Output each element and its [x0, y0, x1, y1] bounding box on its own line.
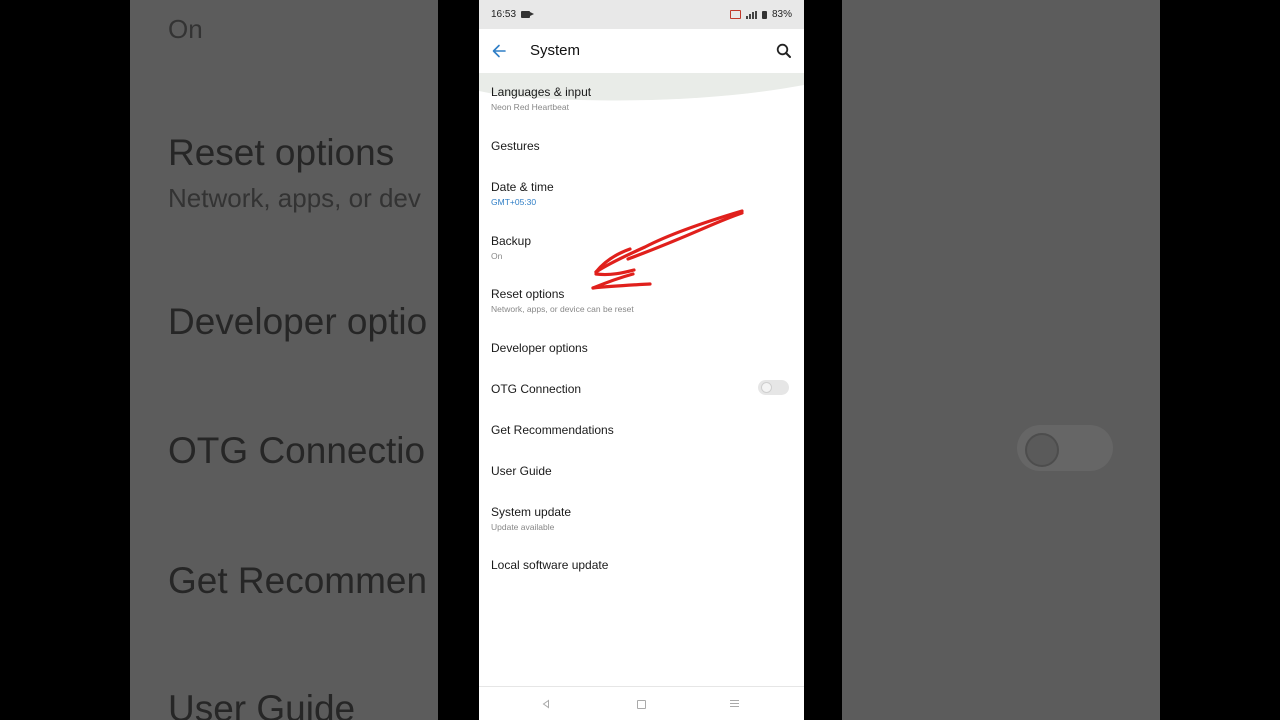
item-title: Languages & input: [491, 85, 592, 99]
item-title: Backup: [491, 234, 532, 248]
otg-toggle[interactable]: [758, 380, 789, 395]
video-camera-icon: [521, 11, 535, 18]
item-subtitle: Neon Red Heartbeat: [491, 102, 569, 112]
list-item-gestures[interactable]: Gestures: [491, 139, 791, 153]
item-subtitle: Update available: [491, 522, 555, 532]
status-left: 16:53: [491, 9, 535, 20]
item-title: Reset options: [491, 287, 565, 301]
cast-icon: [729, 10, 741, 19]
item-title: Local software update: [491, 558, 609, 572]
bg-text: User Guide: [168, 688, 356, 720]
navigation-bar: [479, 686, 804, 720]
list-item-developer-options[interactable]: Developer options: [491, 341, 791, 355]
status-bar: 16:53 83%: [479, 0, 804, 29]
list-item-local-software-update[interactable]: Local software update: [491, 558, 791, 572]
arrow-left-icon[interactable]: [489, 41, 509, 61]
item-title: Gestures: [491, 139, 540, 153]
list-item-user-guide[interactable]: User Guide: [491, 464, 791, 478]
list-item-backup[interactable]: Backup On: [491, 234, 791, 261]
bg-toggle-knob: [1025, 433, 1059, 467]
battery-percent: 83%: [771, 9, 792, 20]
item-title: OTG Connection: [491, 382, 582, 396]
bg-text: Reset options: [168, 132, 395, 173]
item-title: Date & time: [491, 180, 554, 194]
phone-screen: 16:53 83% System Languages & input Neon …: [479, 0, 804, 720]
signal-icon: [745, 10, 757, 19]
nav-menu-icon[interactable]: [730, 700, 739, 709]
list-item-languages[interactable]: Languages & input Neon Red Heartbeat: [491, 85, 791, 112]
status-time: 16:53: [491, 9, 517, 20]
bg-text: On: [168, 14, 203, 44]
item-title: User Guide: [491, 464, 552, 478]
bg-text: Network, apps, or dev: [168, 183, 421, 213]
background-blur-right: [842, 0, 1160, 720]
item-title: System update: [491, 505, 572, 519]
search-icon[interactable]: [774, 41, 794, 61]
item-subtitle: On: [491, 251, 503, 261]
item-title: Developer options: [491, 341, 588, 355]
list-item-get-recommendations[interactable]: Get Recommendations: [491, 423, 791, 437]
list-item-system-update[interactable]: System update Update available: [491, 505, 791, 532]
background-blur-left: On Reset options Network, apps, or dev D…: [130, 0, 438, 720]
status-right: 83%: [729, 9, 792, 20]
nav-back-icon[interactable]: [541, 699, 551, 709]
item-title: Get Recommendations: [491, 423, 614, 437]
app-bar: System: [479, 29, 804, 73]
toggle-knob: [761, 382, 772, 393]
list-item-date-time[interactable]: Date & time GMT+05:30: [491, 180, 791, 207]
nav-home-icon[interactable]: [637, 700, 646, 709]
battery-icon: [761, 10, 767, 19]
page-title: System: [530, 42, 581, 59]
item-subtitle: GMT+05:30: [491, 197, 537, 207]
item-subtitle: Network, apps, or device can be reset: [491, 304, 634, 314]
list-item-reset-options[interactable]: Reset options Network, apps, or device c…: [491, 287, 791, 314]
list-item-otg-connection[interactable]: OTG Connection: [491, 382, 791, 396]
bg-text: OTG Connectio: [168, 430, 426, 471]
bg-text: Developer optio: [168, 301, 428, 342]
bg-toggle: [1017, 425, 1113, 471]
bg-text: Get Recommen: [168, 560, 428, 601]
